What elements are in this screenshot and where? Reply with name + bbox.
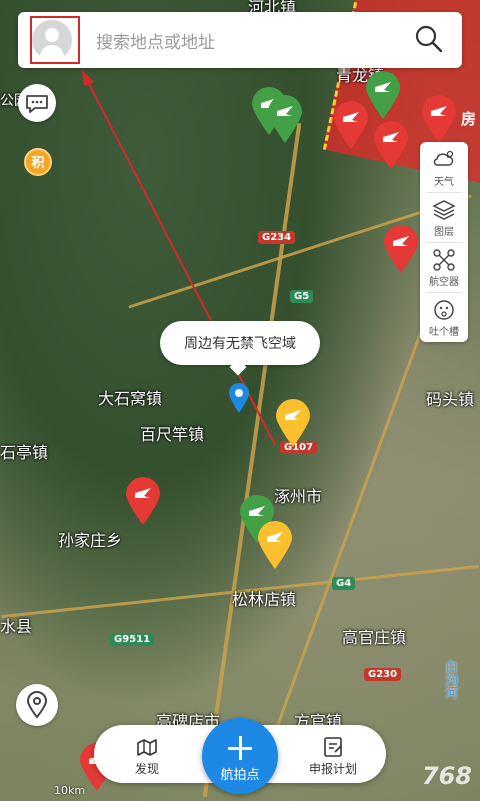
nav-discover[interactable]: 发现 [112, 731, 182, 779]
location-pin-icon [26, 691, 48, 719]
red-pin[interactable] [332, 100, 370, 150]
no-fly-tooltip[interactable]: 周边有无禁飞空域 [160, 321, 320, 376]
nav-report[interactable]: 申报计划 [298, 731, 368, 779]
tool-label: 航空器 [429, 277, 459, 288]
tool-label: 天气 [434, 177, 454, 188]
annotation-box [30, 16, 80, 64]
map-toolbar: 天气 图层 航空器 吐个槽 [420, 142, 468, 342]
red-pin[interactable] [420, 94, 458, 144]
watermark: 768 [421, 762, 472, 790]
search-input[interactable]: 搜索地点或地址 [96, 28, 215, 53]
complain-icon [434, 300, 454, 320]
nav-label: 申报计划 [308, 762, 357, 776]
green-pin[interactable] [266, 94, 304, 144]
red-pin[interactable] [124, 476, 162, 526]
location-marker-icon [229, 383, 249, 413]
plus-icon [238, 736, 242, 760]
layers-icon [432, 200, 456, 220]
yellow-pin[interactable] [256, 520, 294, 570]
message-button[interactable] [18, 84, 56, 122]
drone-button[interactable]: 航空器 [420, 242, 468, 292]
search-bar[interactable]: 搜索地点或地址 [18, 12, 462, 68]
report-icon [324, 737, 342, 757]
tool-label: 吐个槽 [429, 327, 459, 338]
discover-icon [137, 739, 157, 756]
points-button[interactable]: 积 [24, 148, 52, 176]
fab-label: 航拍点 [220, 768, 260, 783]
weather-button[interactable]: 天气 [420, 142, 468, 192]
tool-label: 图层 [434, 227, 454, 238]
map-scale: 10km [54, 784, 86, 797]
complain-button[interactable]: 吐个槽 [420, 292, 468, 342]
shoot-point-button[interactable]: 航拍点 [202, 718, 278, 794]
search-icon[interactable] [414, 24, 444, 54]
red-pin[interactable] [372, 120, 410, 170]
drone-icon [433, 249, 455, 271]
red-pin[interactable] [382, 224, 420, 274]
weather-icon [433, 150, 454, 166]
locate-button[interactable] [16, 684, 58, 726]
nav-label: 发现 [134, 762, 159, 776]
tooltip-text: 周边有无禁飞空域 [184, 336, 296, 352]
chat-icon [26, 95, 48, 113]
map-screen: 房 G234 G5 G107 G4 G9511 G230 河北镇 青龙镇 公园 … [0, 0, 480, 801]
layers-button[interactable]: 图层 [420, 192, 468, 242]
yellow-pin[interactable] [274, 398, 312, 448]
